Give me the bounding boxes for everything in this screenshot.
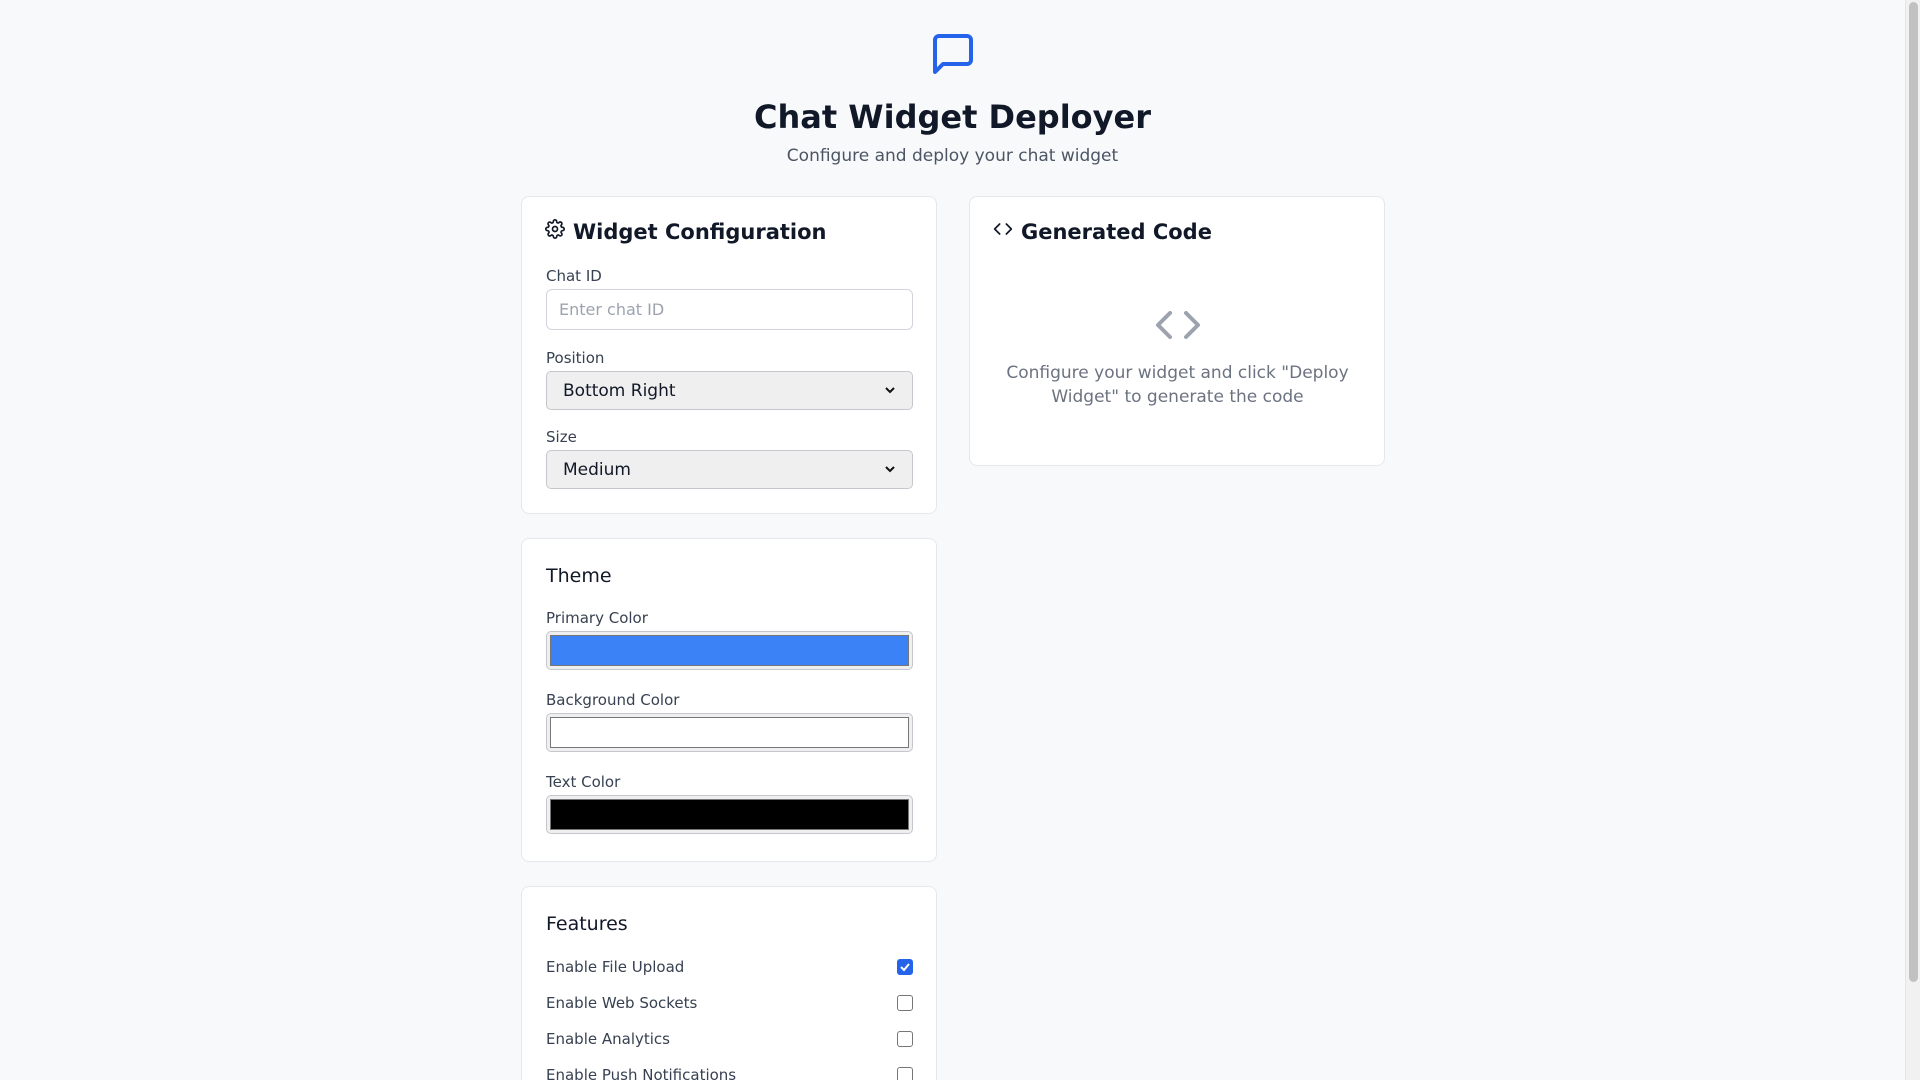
features-heading: Features [546, 913, 628, 935]
feature-row-analytics: Enable Analytics [546, 1021, 913, 1057]
position-selected-value: Bottom Right [563, 380, 676, 401]
file-upload-checkbox[interactable] [897, 959, 913, 975]
feature-row-file-upload: Enable File Upload [546, 949, 913, 985]
page-header: Chat Widget Deployer Configure and deplo… [0, 30, 1905, 166]
text-color-picker[interactable] [546, 795, 913, 834]
chevron-down-icon [884, 381, 896, 401]
text-color-swatch [550, 799, 909, 830]
feature-label: Enable Push Notifications [546, 1066, 737, 1080]
generated-code-title: Generated Code [1021, 219, 1212, 244]
page-subtitle: Configure and deploy your chat widget [786, 146, 1119, 166]
features-card: Features Enable File Upload Enable Web S… [521, 886, 937, 1080]
feature-row-push-notifications: Enable Push Notifications [546, 1057, 913, 1080]
size-selected-value: Medium [563, 459, 631, 480]
generated-code-card: Generated Code Configure your widget and… [969, 196, 1385, 466]
page-title: Chat Widget Deployer [754, 98, 1151, 136]
widget-configuration-title: Widget Configuration [573, 219, 827, 244]
widget-configuration-heading: Widget Configuration [545, 219, 827, 244]
gear-icon [545, 219, 565, 244]
position-select[interactable]: Bottom Right [546, 371, 913, 410]
theme-card: Theme Primary Color Background Color Tex… [521, 538, 937, 862]
size-label: Size [546, 428, 577, 446]
code-placeholder: Configure your widget and click "Deploy … [994, 301, 1361, 409]
page: Chat Widget Deployer Configure and deplo… [0, 0, 1920, 1080]
feature-label: Enable File Upload [546, 958, 685, 976]
theme-heading: Theme [546, 565, 612, 587]
chevron-down-icon [884, 460, 896, 480]
scrollbar-thumb[interactable] [1909, 2, 1918, 982]
code-icon [993, 219, 1013, 244]
feature-row-web-sockets: Enable Web Sockets [546, 985, 913, 1021]
background-color-swatch [550, 717, 909, 748]
size-select[interactable]: Medium [546, 450, 913, 489]
primary-color-picker[interactable] [546, 631, 913, 670]
code-brackets-icon [1154, 301, 1202, 353]
chat-id-input[interactable] [546, 289, 913, 330]
text-color-label: Text Color [546, 773, 621, 791]
generated-code-heading: Generated Code [993, 219, 1212, 244]
feature-label: Enable Analytics [546, 1030, 670, 1048]
code-placeholder-text: Configure your widget and click "Deploy … [1006, 363, 1349, 407]
feature-label: Enable Web Sockets [546, 994, 698, 1012]
web-sockets-checkbox[interactable] [897, 995, 913, 1011]
background-color-label: Background Color [546, 691, 680, 709]
primary-color-swatch [550, 635, 909, 666]
chat-id-label: Chat ID [546, 267, 602, 285]
widget-configuration-card: Widget Configuration Chat ID Position Bo… [521, 196, 937, 514]
page-scrollbar[interactable] [1905, 0, 1920, 1080]
background-color-picker[interactable] [546, 713, 913, 752]
push-notifications-checkbox[interactable] [897, 1067, 913, 1080]
features-list: Enable File Upload Enable Web Sockets En… [546, 949, 913, 1080]
position-label: Position [546, 349, 605, 367]
analytics-checkbox[interactable] [897, 1031, 913, 1047]
message-square-icon [929, 30, 977, 78]
primary-color-label: Primary Color [546, 609, 648, 627]
